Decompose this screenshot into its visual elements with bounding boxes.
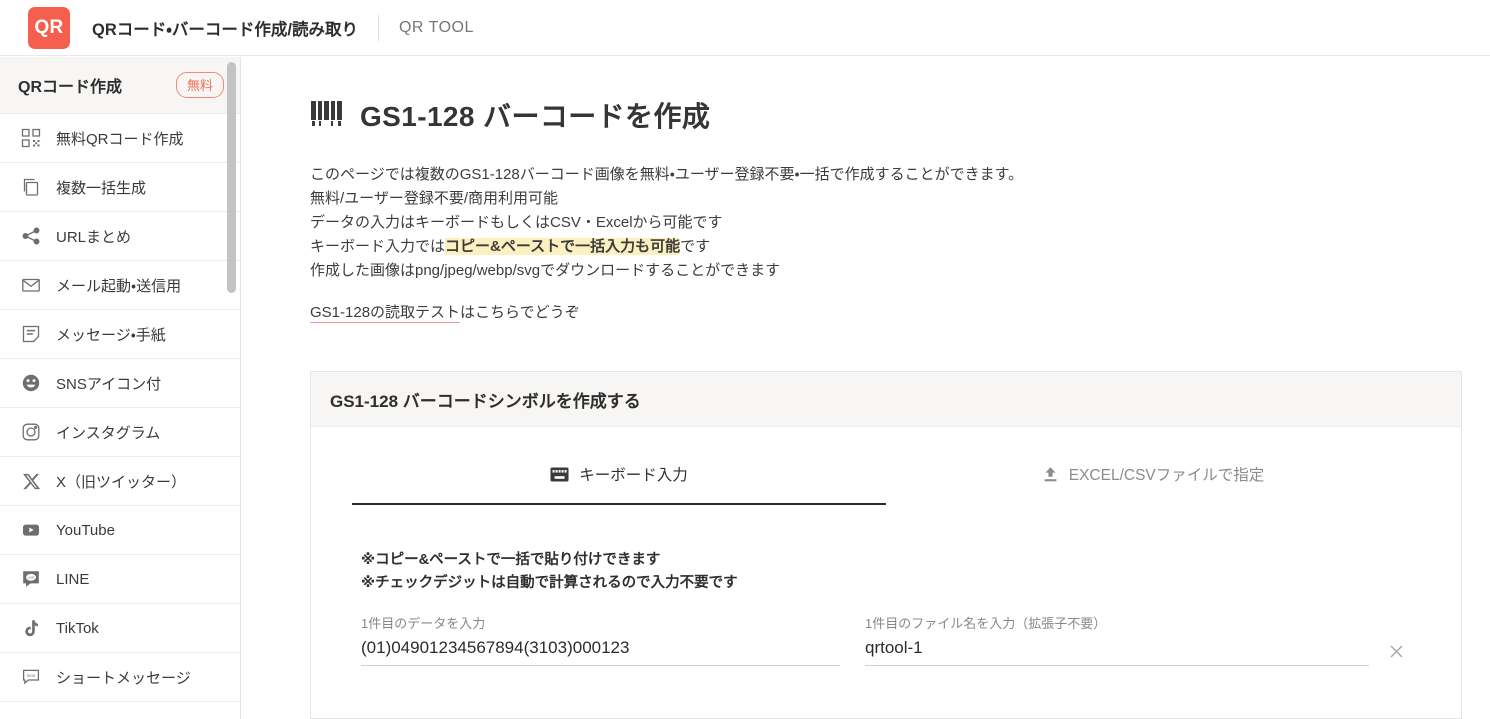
card-title: GS1-128 バーコードシンボルを作成する: [330, 391, 641, 411]
header-divider: [377, 14, 379, 41]
sidebar-section-title: QRコード作成: [18, 79, 123, 96]
sidebar-item-label: 無料QRコード作成: [56, 130, 184, 148]
copy-icon: [14, 177, 48, 197]
sidebar-item-tiktok[interactable]: TikTok: [0, 604, 240, 653]
read-test-link[interactable]: GS1-128の読取テスト: [310, 304, 461, 323]
create-barcode-card: GS1-128 バーコードシンボルを作成する キーボード入力 EXCEL/CSV…: [310, 371, 1462, 719]
sidebar-item-sms[interactable]: SMS ショートメッセージ: [0, 653, 240, 702]
youtube-icon: [14, 520, 48, 540]
sidebar-item-line[interactable]: LINE LINE: [0, 555, 240, 604]
svg-text:SMS: SMS: [27, 673, 36, 678]
qr-grid-icon: [14, 128, 48, 148]
highlight-prefix: キーボード入力では: [310, 238, 446, 255]
sidebar-item-youtube[interactable]: YouTube: [0, 506, 240, 555]
mail-icon: [14, 275, 48, 295]
sidebar-item-label: メッセージ・手紙: [56, 326, 166, 344]
barcode-icon: [310, 99, 344, 132]
note-icon: [14, 324, 48, 344]
input-row: 1件目のデータを入力 (01)04901234567894(3103)00012…: [361, 613, 1461, 666]
data-field-label: 1件目のデータを入力: [361, 616, 486, 631]
sms-icon: SMS: [14, 667, 48, 687]
x-twitter-icon: [14, 472, 48, 491]
sidebar-item-label: X（旧ツイッター）: [56, 473, 187, 491]
sidebar-item-x-twitter[interactable]: X（旧ツイッター）: [0, 457, 240, 506]
read-test-link-line: GS1-128の読取テストはこちらでどうぞ: [310, 301, 1490, 323]
filename-field-group: 1件目のファイル名を入力（拡張子不要） qrtool-1: [865, 613, 1369, 666]
description-line-highlight: キーボード入力ではコピー&ペーストで一括入力も可能です: [310, 235, 1490, 259]
highlight-suffix: です: [680, 238, 711, 255]
app-header: QR QRコード・バーコード作成/読み取り QR TOOL: [0, 0, 1490, 56]
svg-text:LINE: LINE: [28, 576, 35, 580]
filename-input[interactable]: qrtool-1: [865, 638, 1369, 666]
sidebar-item-label: SNSアイコン付: [56, 375, 162, 393]
smiley-icon: [14, 373, 48, 393]
note-line: ※コピー&ペーストで一括で貼り付けできます: [361, 552, 661, 568]
sidebar-item-label: LINE: [56, 570, 90, 588]
sidebar-item-mail[interactable]: メール起動・送信用: [0, 261, 240, 310]
read-test-link-rest: はこちらでどうぞ: [460, 304, 580, 321]
input-notes: ※コピー&ペーストで一括で貼り付けできます ※チェックデジットは自動で計算される…: [361, 549, 1461, 595]
free-badge: 無料: [175, 72, 224, 98]
tiktok-icon: [14, 619, 48, 638]
site-title: QRコード・バーコード作成/読み取り: [92, 20, 358, 39]
sidebar-scrollbar[interactable]: [227, 57, 236, 719]
instagram-icon: [14, 422, 48, 442]
sidebar-item-label: ショートメッセージ: [56, 669, 191, 687]
main-content: GS1-128 バーコードを作成 このページでは複数のGS1-128バーコード画…: [241, 57, 1490, 719]
description-line: このページでは複数のGS1-128バーコード画像を無料・ユーザー登録不要・一括で…: [310, 166, 1024, 183]
data-input[interactable]: (01)04901234567894(3103)000123: [361, 638, 840, 666]
close-icon[interactable]: [1384, 639, 1408, 663]
description-line: データの入力はキーボードもしくはCSV・Excelから可能です: [310, 214, 723, 231]
sidebar: QRコード作成 無料 無料QRコード作成 複数一括生成 URLまとめ メール起動…: [0, 57, 241, 719]
sidebar-item-message-letter[interactable]: メッセージ・手紙: [0, 310, 240, 359]
sidebar-item-label: URLまとめ: [56, 228, 132, 246]
input-mode-tabs: キーボード入力 EXCEL/CSVファイルで指定: [311, 463, 1461, 505]
tab-keyboard-input[interactable]: キーボード入力: [352, 463, 886, 505]
page-title-row: GS1-128 バーコードを作成: [310, 95, 1490, 135]
sidebar-item-label: インスタグラム: [56, 424, 161, 442]
qr-logo[interactable]: QR: [28, 6, 70, 49]
filename-field-label: 1件目のファイル名を入力（拡張子不要）: [865, 616, 1107, 631]
sidebar-item-label: TikTok: [56, 619, 99, 637]
sidebar-item-free-qr[interactable]: 無料QRコード作成: [0, 114, 240, 163]
sidebar-item-url-list[interactable]: URLまとめ: [0, 212, 240, 261]
note-line: ※チェックデジットは自動で計算されるので入力不要です: [361, 575, 738, 591]
sidebar-item-sns-icon[interactable]: SNSアイコン付: [0, 359, 240, 408]
tab-label: EXCEL/CSVファイルで指定: [1068, 467, 1265, 484]
highlight-text: コピー&ペーストで一括入力も可能: [445, 238, 681, 255]
sidebar-item-instagram[interactable]: インスタグラム: [0, 408, 240, 457]
header-subtitle[interactable]: QR TOOL: [399, 19, 474, 37]
sidebar-item-label: 複数一括生成: [56, 179, 147, 197]
tab-excel-csv-file[interactable]: EXCEL/CSVファイルで指定: [886, 463, 1420, 505]
share-icon: [14, 226, 48, 246]
page-description: このページでは複数のGS1-128バーコード画像を無料・ユーザー登録不要・一括で…: [310, 163, 1490, 283]
description-line: 作成した画像はpng/jpeg/webp/svgでダウンロードすることができます: [310, 262, 781, 279]
sidebar-section-header: QRコード作成 無料: [0, 57, 240, 114]
tab-label: キーボード入力: [579, 467, 688, 484]
upload-icon: [1042, 466, 1059, 483]
keyboard-icon: [550, 467, 569, 482]
sidebar-scrollbar-thumb[interactable]: [227, 62, 236, 293]
card-header: GS1-128 バーコードシンボルを作成する: [311, 372, 1461, 427]
line-icon: LINE: [14, 569, 48, 589]
page-title: GS1-128 バーコードを作成: [360, 101, 711, 132]
data-field-group: 1件目のデータを入力 (01)04901234567894(3103)00012…: [361, 613, 840, 666]
sidebar-item-bulk-generate[interactable]: 複数一括生成: [0, 163, 240, 212]
description-line: 無料/ユーザー登録不要/商用利用可能: [310, 190, 559, 207]
sidebar-item-label: YouTube: [56, 521, 115, 539]
sidebar-item-label: メール起動・送信用: [56, 277, 182, 295]
